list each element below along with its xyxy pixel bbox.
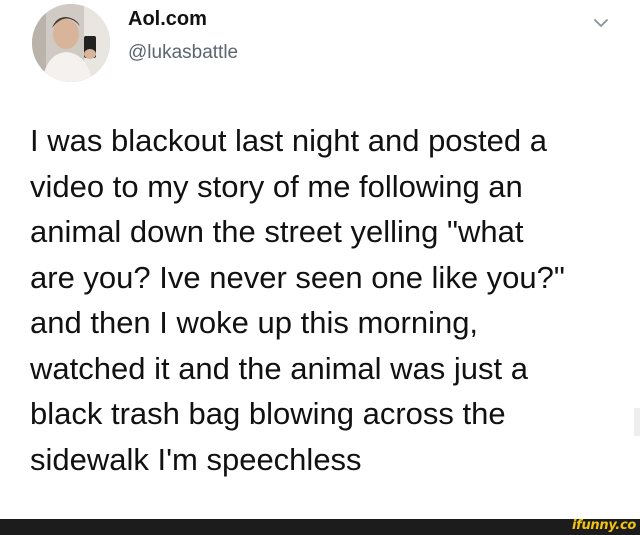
- tweet-text: I was blackout last night and posted a v…: [30, 118, 630, 482]
- avatar[interactable]: [32, 4, 110, 82]
- edge-artifact: [634, 408, 640, 436]
- tweet-text-line: black trash bag blowing across the: [30, 396, 506, 431]
- tweet-text-line: are you? Ive never seen one like you?": [30, 259, 565, 295]
- tweet-text-line: video to my story of me following an: [30, 168, 523, 204]
- tweet-text-line: sidewalk I'm speechless: [30, 441, 362, 477]
- display-name[interactable]: Aol.com: [128, 8, 207, 31]
- ifunny-watermark: ifunny.co: [571, 518, 636, 533]
- watermark-bar: ifunny.co: [0, 518, 640, 535]
- user-handle[interactable]: @lukasbattle: [128, 42, 238, 64]
- chevron-down-icon[interactable]: [590, 12, 612, 34]
- tweet-text-line: watched it and the animal was just a: [30, 350, 528, 386]
- tweet-text-line: I was blackout last night and posted a: [30, 123, 547, 158]
- profile-photo: [32, 4, 110, 82]
- tweet-text-line: and then I woke up this morning,: [30, 305, 479, 340]
- tweet-text-line: animal down the street yelling "what: [30, 214, 524, 249]
- tweet-card: Aol.com @lukasbattle I was blackout last…: [0, 0, 640, 519]
